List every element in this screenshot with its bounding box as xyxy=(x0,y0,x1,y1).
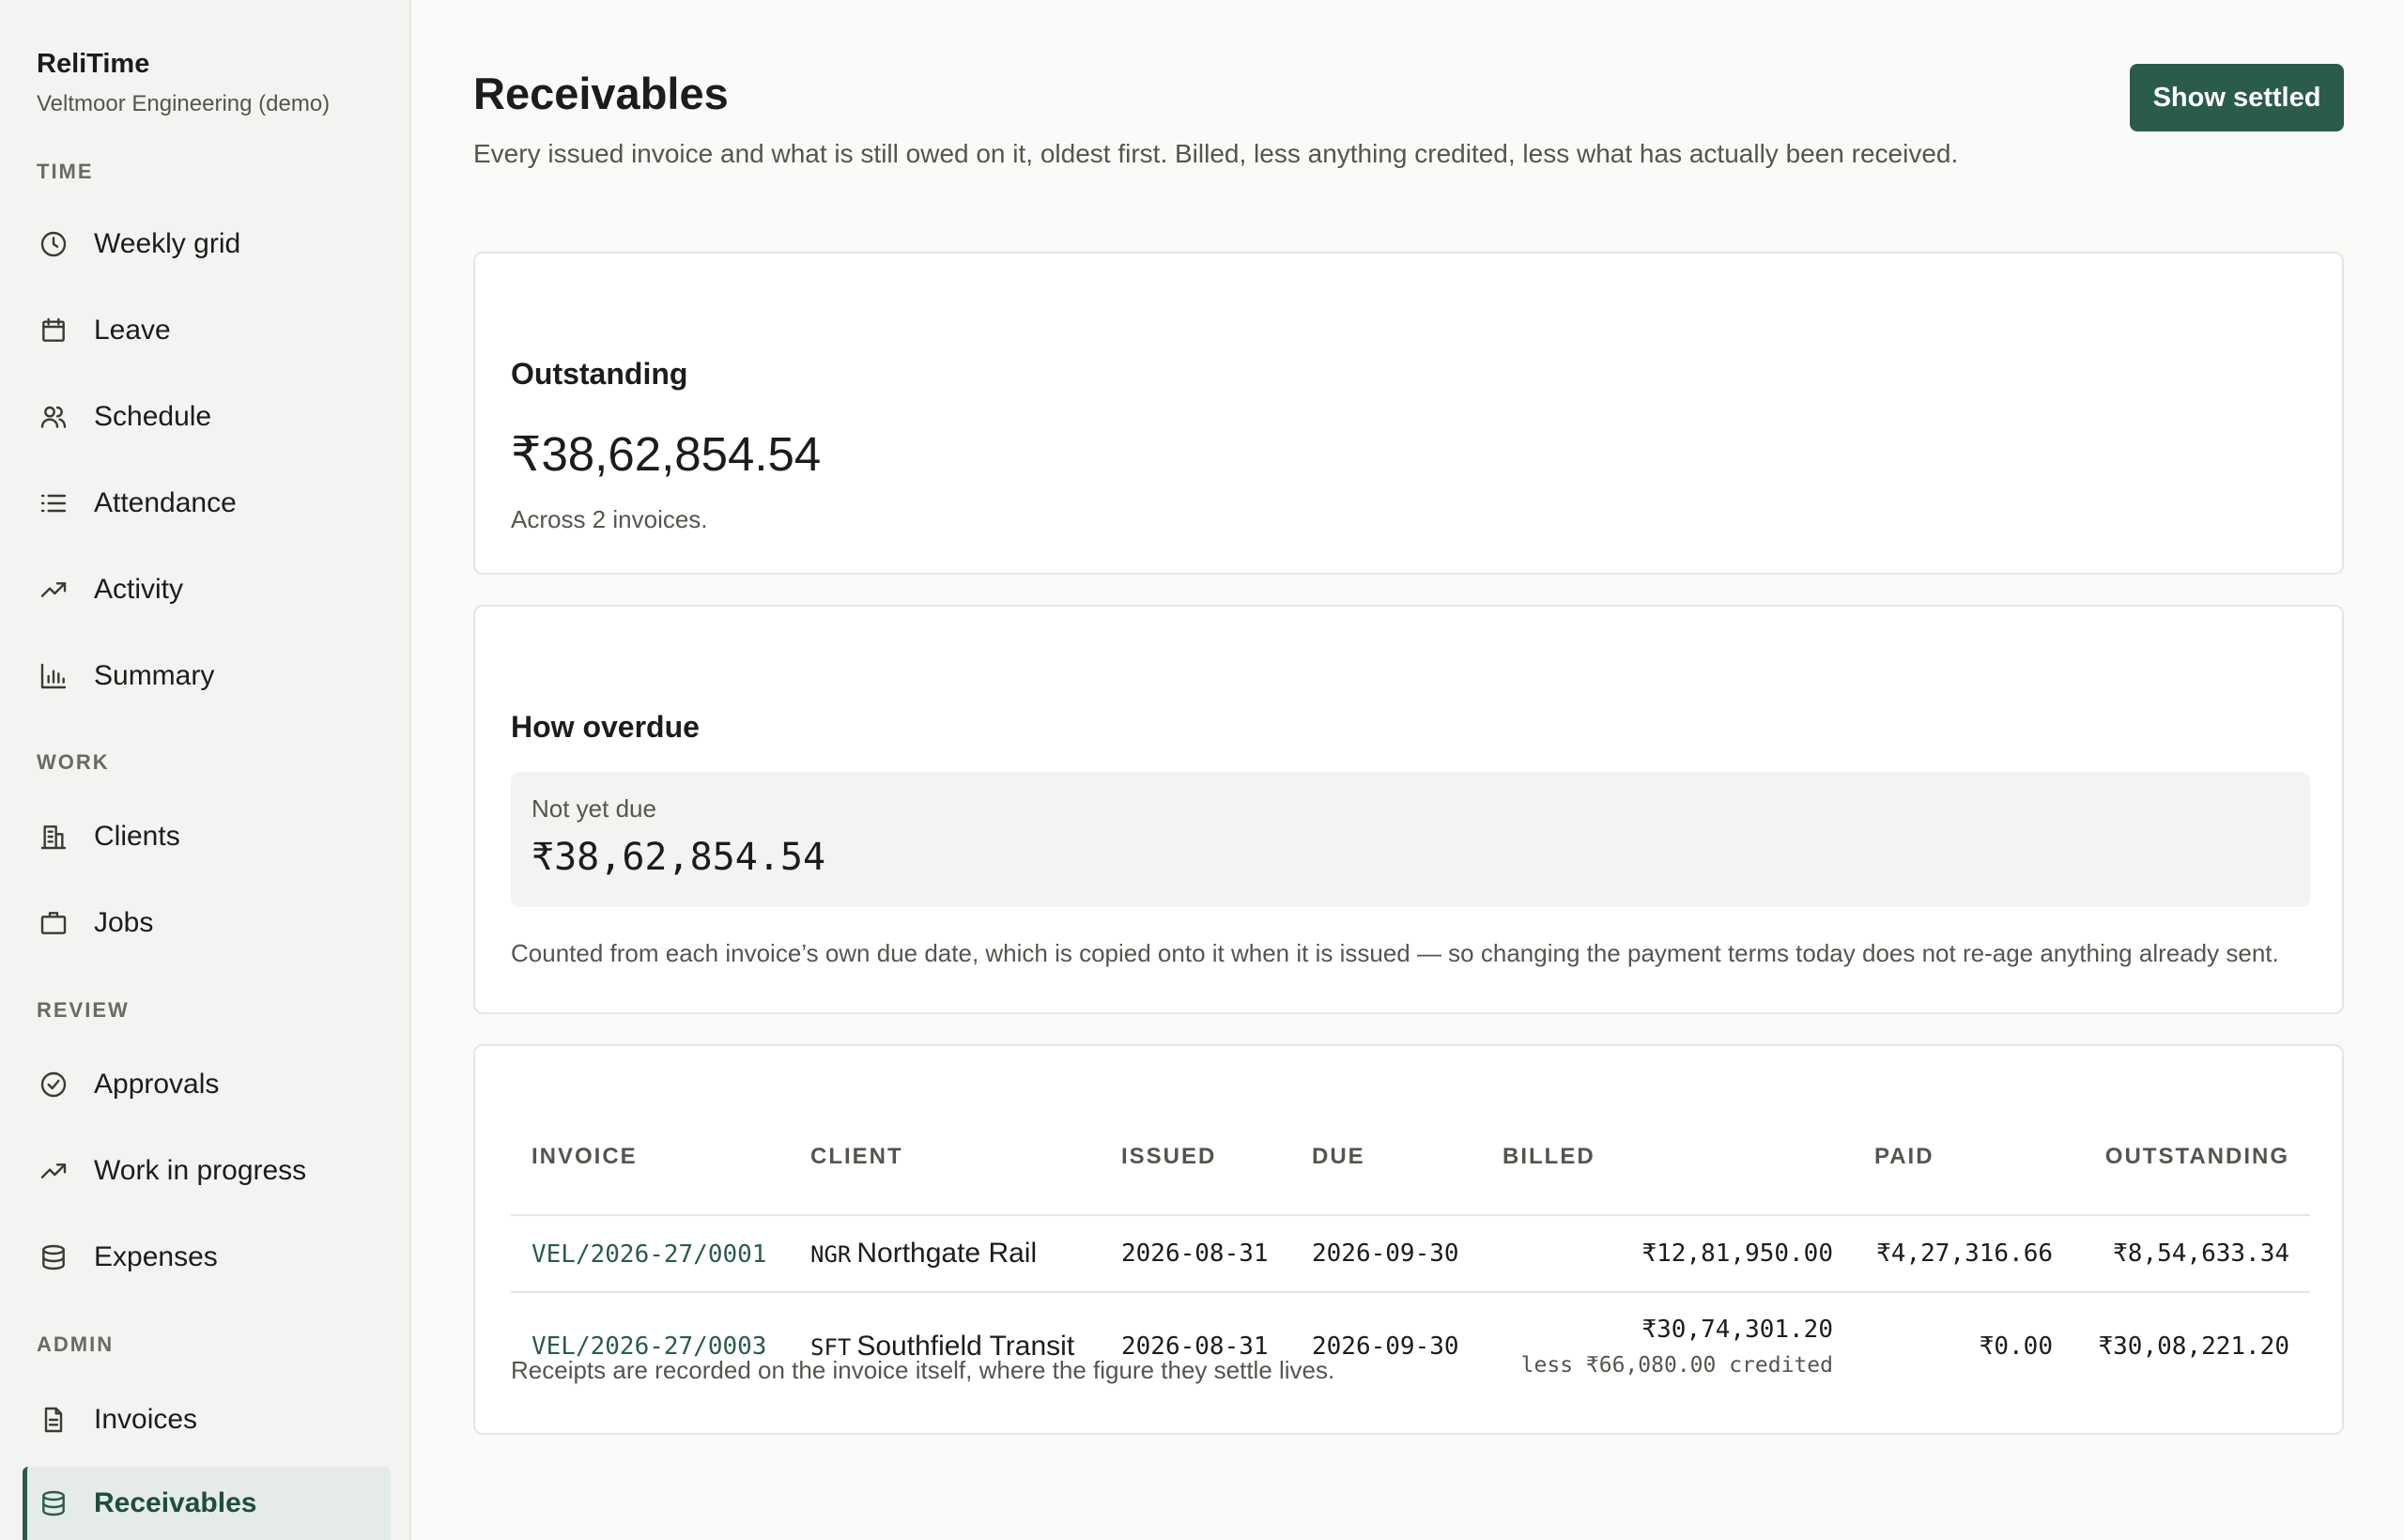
client-name: Northgate Rail xyxy=(856,1238,1038,1269)
aging-bucket-not-yet-due: Not yet due ₹38,62,854.54 xyxy=(511,772,2310,907)
column-header-issued[interactable]: ISSUED xyxy=(1101,1099,1291,1216)
sidebar-item-work-in-progress[interactable]: Work in progress xyxy=(23,1132,391,1209)
sidebar-item-label: Invoices xyxy=(94,1404,198,1435)
billed-value: ₹12,81,950.00 xyxy=(1641,1240,1834,1268)
nav-section-time: TIME xyxy=(37,160,94,183)
sidebar-item-attendance[interactable]: Attendance xyxy=(23,465,391,542)
table-header-row: INVOICE CLIENT ISSUED DUE BILLED PAID OU… xyxy=(511,1099,2310,1216)
sidebar-item-label: Jobs xyxy=(94,907,154,938)
paid-amount: ₹4,27,316.66 xyxy=(1854,1215,2073,1293)
bar-chart-icon xyxy=(38,660,69,692)
outstanding-title: Outstanding xyxy=(511,357,688,391)
billed-amount: ₹12,81,950.00 xyxy=(1482,1215,1854,1293)
sidebar-item-label: Clients xyxy=(94,821,180,852)
outstanding-amount-cell: ₹30,08,221.20 xyxy=(2098,1332,2290,1361)
invoices-table-card: INVOICE CLIENT ISSUED DUE BILLED PAID OU… xyxy=(473,1044,2344,1435)
sidebar-item-label: Work in progress xyxy=(94,1155,307,1186)
sidebar-item-label: Receivables xyxy=(94,1487,257,1518)
outstanding-card: Outstanding ₹38,62,854.54 Across 2 invoi… xyxy=(473,252,2344,575)
overdue-note: Counted from each invoice’s own due date… xyxy=(511,939,2279,967)
issued-date: 2026-08-31 xyxy=(1101,1215,1291,1293)
column-header-outstanding[interactable]: OUTSTANDING xyxy=(2073,1099,2310,1216)
clock-icon xyxy=(38,228,69,260)
sidebar-item-label: Activity xyxy=(94,574,184,605)
check-circle-icon xyxy=(38,1069,69,1101)
brand-name: ReliTime xyxy=(37,49,150,79)
overdue-title: How overdue xyxy=(511,710,700,744)
table-row: VEL/2026-27/0001 NGR Northgate Rail 2026-… xyxy=(511,1215,2310,1293)
sidebar-item-activity[interactable]: Activity xyxy=(23,551,391,628)
paid-amount: ₹0.00 xyxy=(1979,1332,2053,1361)
database-icon xyxy=(38,1487,69,1519)
invoice-link[interactable]: VEL/2026-27/0001 xyxy=(532,1240,766,1269)
outstanding-amount-cell: ₹8,54,633.34 xyxy=(2073,1215,2310,1293)
table-note: Receipts are recorded on the invoice its… xyxy=(511,1356,1335,1384)
outstanding-amount: ₹38,62,854.54 xyxy=(511,427,822,481)
billed-amount: ₹30,74,301.20 less ₹66,080.00 credited xyxy=(1482,1292,1854,1399)
sidebar-item-label: Approvals xyxy=(94,1069,220,1100)
credit-note: less ₹66,080.00 credited xyxy=(1520,1352,1833,1378)
users-icon xyxy=(38,401,69,433)
sidebar-item-label: Leave xyxy=(94,315,171,346)
trending-icon xyxy=(38,1155,69,1187)
sidebar-item-leave[interactable]: Leave xyxy=(23,292,391,369)
nav-section-admin: ADMIN xyxy=(37,1332,115,1356)
sidebar-item-summary[interactable]: Summary xyxy=(23,638,391,715)
column-header-client[interactable]: CLIENT xyxy=(790,1099,1101,1216)
briefcase-icon xyxy=(38,907,69,939)
sidebar-item-label: Weekly grid xyxy=(94,228,241,259)
trending-icon xyxy=(38,574,69,606)
sidebar-item-approvals[interactable]: Approvals xyxy=(23,1046,391,1123)
column-header-paid[interactable]: PAID xyxy=(1854,1099,2073,1216)
calendar-icon xyxy=(38,315,69,346)
sidebar-item-clients[interactable]: Clients xyxy=(23,798,391,875)
sidebar-item-label: Expenses xyxy=(94,1241,218,1272)
document-icon xyxy=(38,1404,69,1436)
database-icon xyxy=(38,1241,69,1273)
sidebar-item-label: Schedule xyxy=(94,401,212,432)
column-header-due[interactable]: DUE xyxy=(1291,1099,1482,1216)
bucket-amount: ₹38,62,854.54 xyxy=(532,836,826,879)
sidebar-item-label: Attendance xyxy=(94,487,237,518)
building-icon xyxy=(38,821,69,853)
sidebar-item-invoices[interactable]: Invoices xyxy=(23,1381,391,1458)
nav-section-work: WORK xyxy=(37,750,110,774)
page-description: Every issued invoice and what is still o… xyxy=(473,139,1959,168)
receivables-table: INVOICE CLIENT ISSUED DUE BILLED PAID OU… xyxy=(511,1099,2310,1399)
bucket-label: Not yet due xyxy=(532,794,656,823)
sidebar-item-weekly-grid[interactable]: Weekly grid xyxy=(23,206,391,283)
column-header-invoice[interactable]: INVOICE xyxy=(511,1099,790,1216)
due-date: 2026-09-30 xyxy=(1291,1215,1482,1293)
sidebar-item-expenses[interactable]: Expenses xyxy=(23,1219,391,1296)
overdue-card: How overdue Not yet due ₹38,62,854.54 Co… xyxy=(473,605,2344,1014)
billed-value: ₹30,74,301.20 xyxy=(1641,1315,1834,1344)
sidebar-item-schedule[interactable]: Schedule xyxy=(23,378,391,455)
list-icon xyxy=(38,487,69,519)
sidebar-item-label: Summary xyxy=(94,660,215,691)
show-settled-button[interactable]: Show settled xyxy=(2130,64,2344,131)
sidebar-item-jobs[interactable]: Jobs xyxy=(23,885,391,962)
page-title: Receivables xyxy=(473,69,729,118)
brand-org: Veltmoor Engineering (demo) xyxy=(37,91,331,116)
sidebar-item-receivables[interactable]: Receivables xyxy=(23,1467,391,1540)
nav-section-review: REVIEW xyxy=(37,998,130,1022)
outstanding-note: Across 2 invoices. xyxy=(511,505,708,533)
column-header-billed[interactable]: BILLED xyxy=(1482,1099,1854,1216)
client-code: NGR xyxy=(810,1241,852,1268)
sidebar: ReliTime Veltmoor Engineering (demo) TIM… xyxy=(0,0,411,1540)
